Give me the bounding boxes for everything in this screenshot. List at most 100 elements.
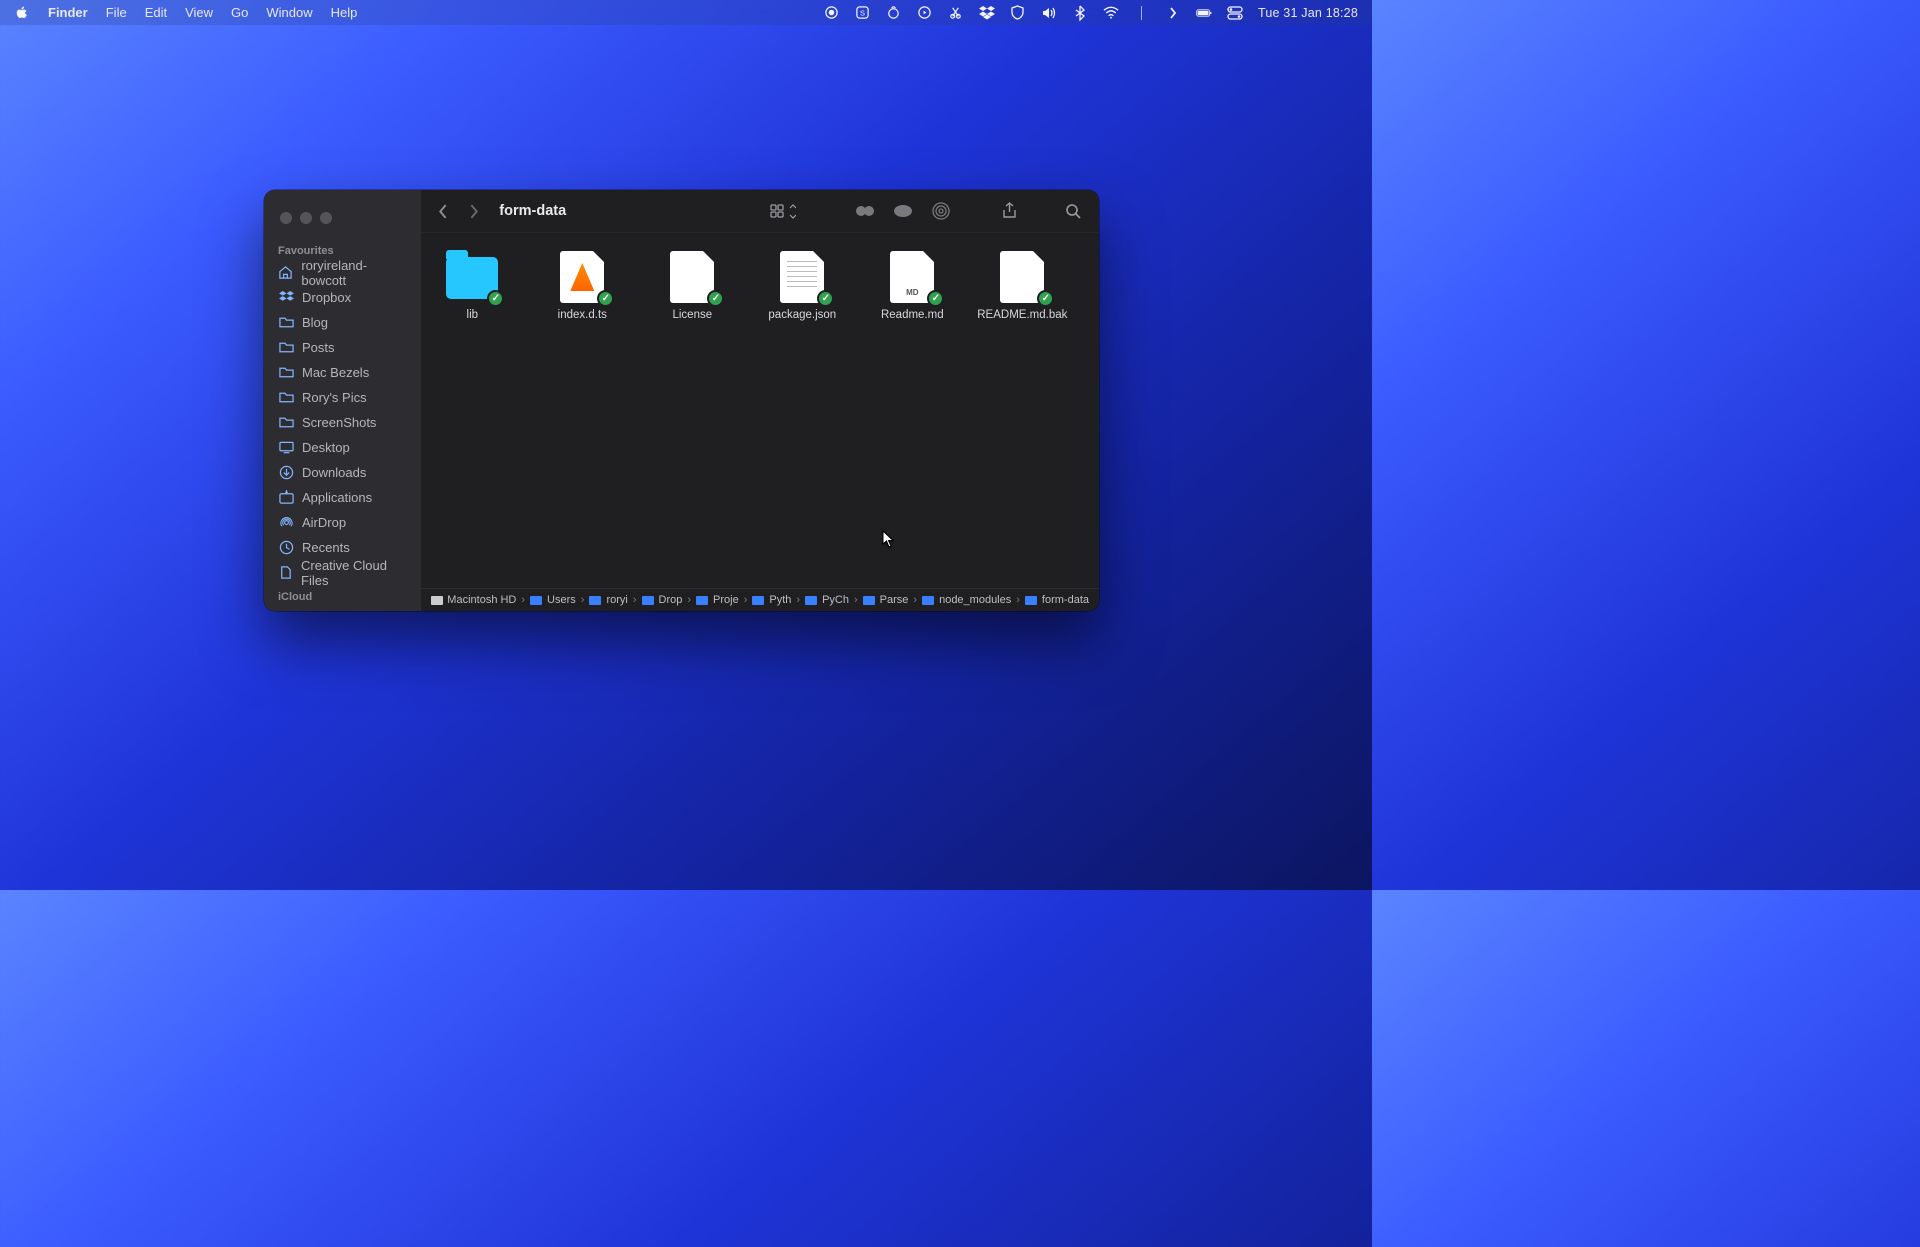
drive-icon xyxy=(431,596,443,605)
breadcrumb-label: Drop xyxy=(659,594,683,606)
sidebar-item-label: Posts xyxy=(302,340,335,355)
pomodoro-icon[interactable] xyxy=(886,5,902,21)
share-button[interactable] xyxy=(995,199,1023,223)
breadcrumb-roryi[interactable]: roryi xyxy=(589,594,627,606)
menu-go[interactable]: Go xyxy=(231,5,248,20)
tag-icon[interactable] xyxy=(889,199,917,223)
sidebar-item-downloads[interactable]: Downloads xyxy=(264,460,421,485)
file-package-json[interactable]: package.json xyxy=(757,251,847,321)
sidebar-item-airdrop[interactable]: AirDrop xyxy=(264,510,421,535)
zoom-button[interactable] xyxy=(320,212,332,224)
breadcrumb-macintosh-hd[interactable]: Macintosh HD xyxy=(431,594,516,606)
settings-icon[interactable] xyxy=(851,199,879,223)
scissors-icon[interactable] xyxy=(948,5,964,21)
file-label: index.d.ts xyxy=(558,309,607,321)
chevron-right-icon[interactable] xyxy=(1165,5,1181,21)
file-license[interactable]: License xyxy=(647,251,737,321)
menu-view[interactable]: View xyxy=(185,5,213,20)
file-grid[interactable]: lib index.d.ts License package.json Readme.m… xyxy=(421,233,1099,588)
breadcrumb-drop[interactable]: Drop xyxy=(642,594,683,606)
control-center-icon[interactable] xyxy=(1227,5,1243,21)
menu-edit[interactable]: Edit xyxy=(145,5,167,20)
divider-icon xyxy=(1134,5,1150,21)
file-index-d-ts[interactable]: index.d.ts xyxy=(537,251,627,321)
menubar: Finder File Edit View Go Window Help S T… xyxy=(0,0,1372,25)
sidebar-item-blog[interactable]: Blog xyxy=(264,310,421,335)
sync-badge-icon xyxy=(817,290,834,307)
shield-icon[interactable] xyxy=(1010,5,1026,21)
window-title: form-data xyxy=(499,203,566,219)
close-button[interactable] xyxy=(280,212,292,224)
breadcrumb-node-modules[interactable]: node_modules xyxy=(922,594,1011,606)
finder-window: Favourites roryireland-bowcottDropboxBlo… xyxy=(264,190,1099,611)
battery-icon[interactable] xyxy=(1196,5,1212,21)
app-name[interactable]: Finder xyxy=(48,5,88,20)
toolbar: form-data xyxy=(421,190,1099,233)
menu-file[interactable]: File xyxy=(106,5,127,20)
file-readme-md-bak[interactable]: README.md.bak xyxy=(977,251,1067,321)
breadcrumb-label: form-data xyxy=(1042,594,1089,606)
sync-badge-icon xyxy=(597,290,614,307)
sidebar-item-dropbox[interactable]: Dropbox xyxy=(264,285,421,310)
sync-badge-icon xyxy=(1037,290,1054,307)
download-icon xyxy=(278,465,294,481)
file-icon xyxy=(886,251,938,303)
breadcrumb-pyth[interactable]: Pyth xyxy=(752,594,791,606)
sidebar-item-roryireland-bowcott[interactable]: roryireland-bowcott xyxy=(264,260,421,285)
airdrop-icon xyxy=(278,515,294,531)
folder-icon xyxy=(278,390,294,406)
apple-icon[interactable] xyxy=(14,5,30,21)
skype-icon[interactable]: S xyxy=(855,5,871,21)
file-label: Readme.md xyxy=(881,309,944,321)
folder-icon xyxy=(922,596,934,605)
breadcrumb-separator-icon: › xyxy=(913,594,917,606)
folder-icon xyxy=(530,596,542,605)
sidebar-item-label: Rory's Pics xyxy=(302,390,367,405)
breadcrumb-form-data[interactable]: form-data xyxy=(1025,594,1089,606)
sidebar-item-posts[interactable]: Posts xyxy=(264,335,421,360)
sidebar-item-rory-s-pics[interactable]: Rory's Pics xyxy=(264,385,421,410)
airdrop-toolbar-icon[interactable] xyxy=(927,199,955,223)
dropbox-icon[interactable] xyxy=(979,5,995,21)
file-lib[interactable]: lib xyxy=(427,251,517,321)
sidebar-item-label: Mac Bezels xyxy=(302,365,369,380)
sidebar-item-label: Downloads xyxy=(302,465,366,480)
wifi-icon[interactable] xyxy=(1103,5,1119,21)
sidebar-item-label: Applications xyxy=(302,490,372,505)
view-switcher-button[interactable] xyxy=(769,199,797,223)
volume-icon[interactable] xyxy=(1041,5,1057,21)
sidebar-item-mac-bezels[interactable]: Mac Bezels xyxy=(264,360,421,385)
breadcrumb-parse[interactable]: Parse xyxy=(863,594,909,606)
bluetooth-icon[interactable] xyxy=(1072,5,1088,21)
menu-help[interactable]: Help xyxy=(331,5,358,20)
file-icon xyxy=(666,251,718,303)
breadcrumb-label: Macintosh HD xyxy=(447,594,516,606)
sidebar-item-screenshots[interactable]: ScreenShots xyxy=(264,410,421,435)
breadcrumb-label: Parse xyxy=(880,594,909,606)
breadcrumb-separator-icon: › xyxy=(521,594,525,606)
sidebar-item-applications[interactable]: Applications xyxy=(264,485,421,510)
file-label: lib xyxy=(467,309,479,321)
folder-icon xyxy=(805,596,817,605)
record-icon[interactable] xyxy=(824,5,840,21)
sidebar-item-desktop[interactable]: Desktop xyxy=(264,435,421,460)
breadcrumb-separator-icon: › xyxy=(854,594,858,606)
sidebar-item-recents[interactable]: Recents xyxy=(264,535,421,560)
sync-badge-icon xyxy=(707,290,724,307)
sidebar-item-creative-cloud-files[interactable]: Creative Cloud Files xyxy=(264,560,421,585)
minimize-button[interactable] xyxy=(300,212,312,224)
menubar-datetime[interactable]: Tue 31 Jan 18:28 xyxy=(1258,6,1358,20)
forward-button[interactable] xyxy=(463,201,483,221)
breadcrumb-proje[interactable]: Proje xyxy=(696,594,739,606)
menu-window[interactable]: Window xyxy=(266,5,312,20)
apps-icon xyxy=(278,490,294,506)
file-readme-md[interactable]: Readme.md xyxy=(867,251,957,321)
breadcrumb-pych[interactable]: PyCh xyxy=(805,594,849,606)
cursor-icon xyxy=(882,530,895,548)
breadcrumb-users[interactable]: Users xyxy=(530,594,576,606)
back-button[interactable] xyxy=(433,201,453,221)
play-circle-icon[interactable] xyxy=(917,5,933,21)
sidebar-item-label: Dropbox xyxy=(302,290,351,305)
search-button[interactable] xyxy=(1059,199,1087,223)
breadcrumb-separator-icon: › xyxy=(633,594,637,606)
